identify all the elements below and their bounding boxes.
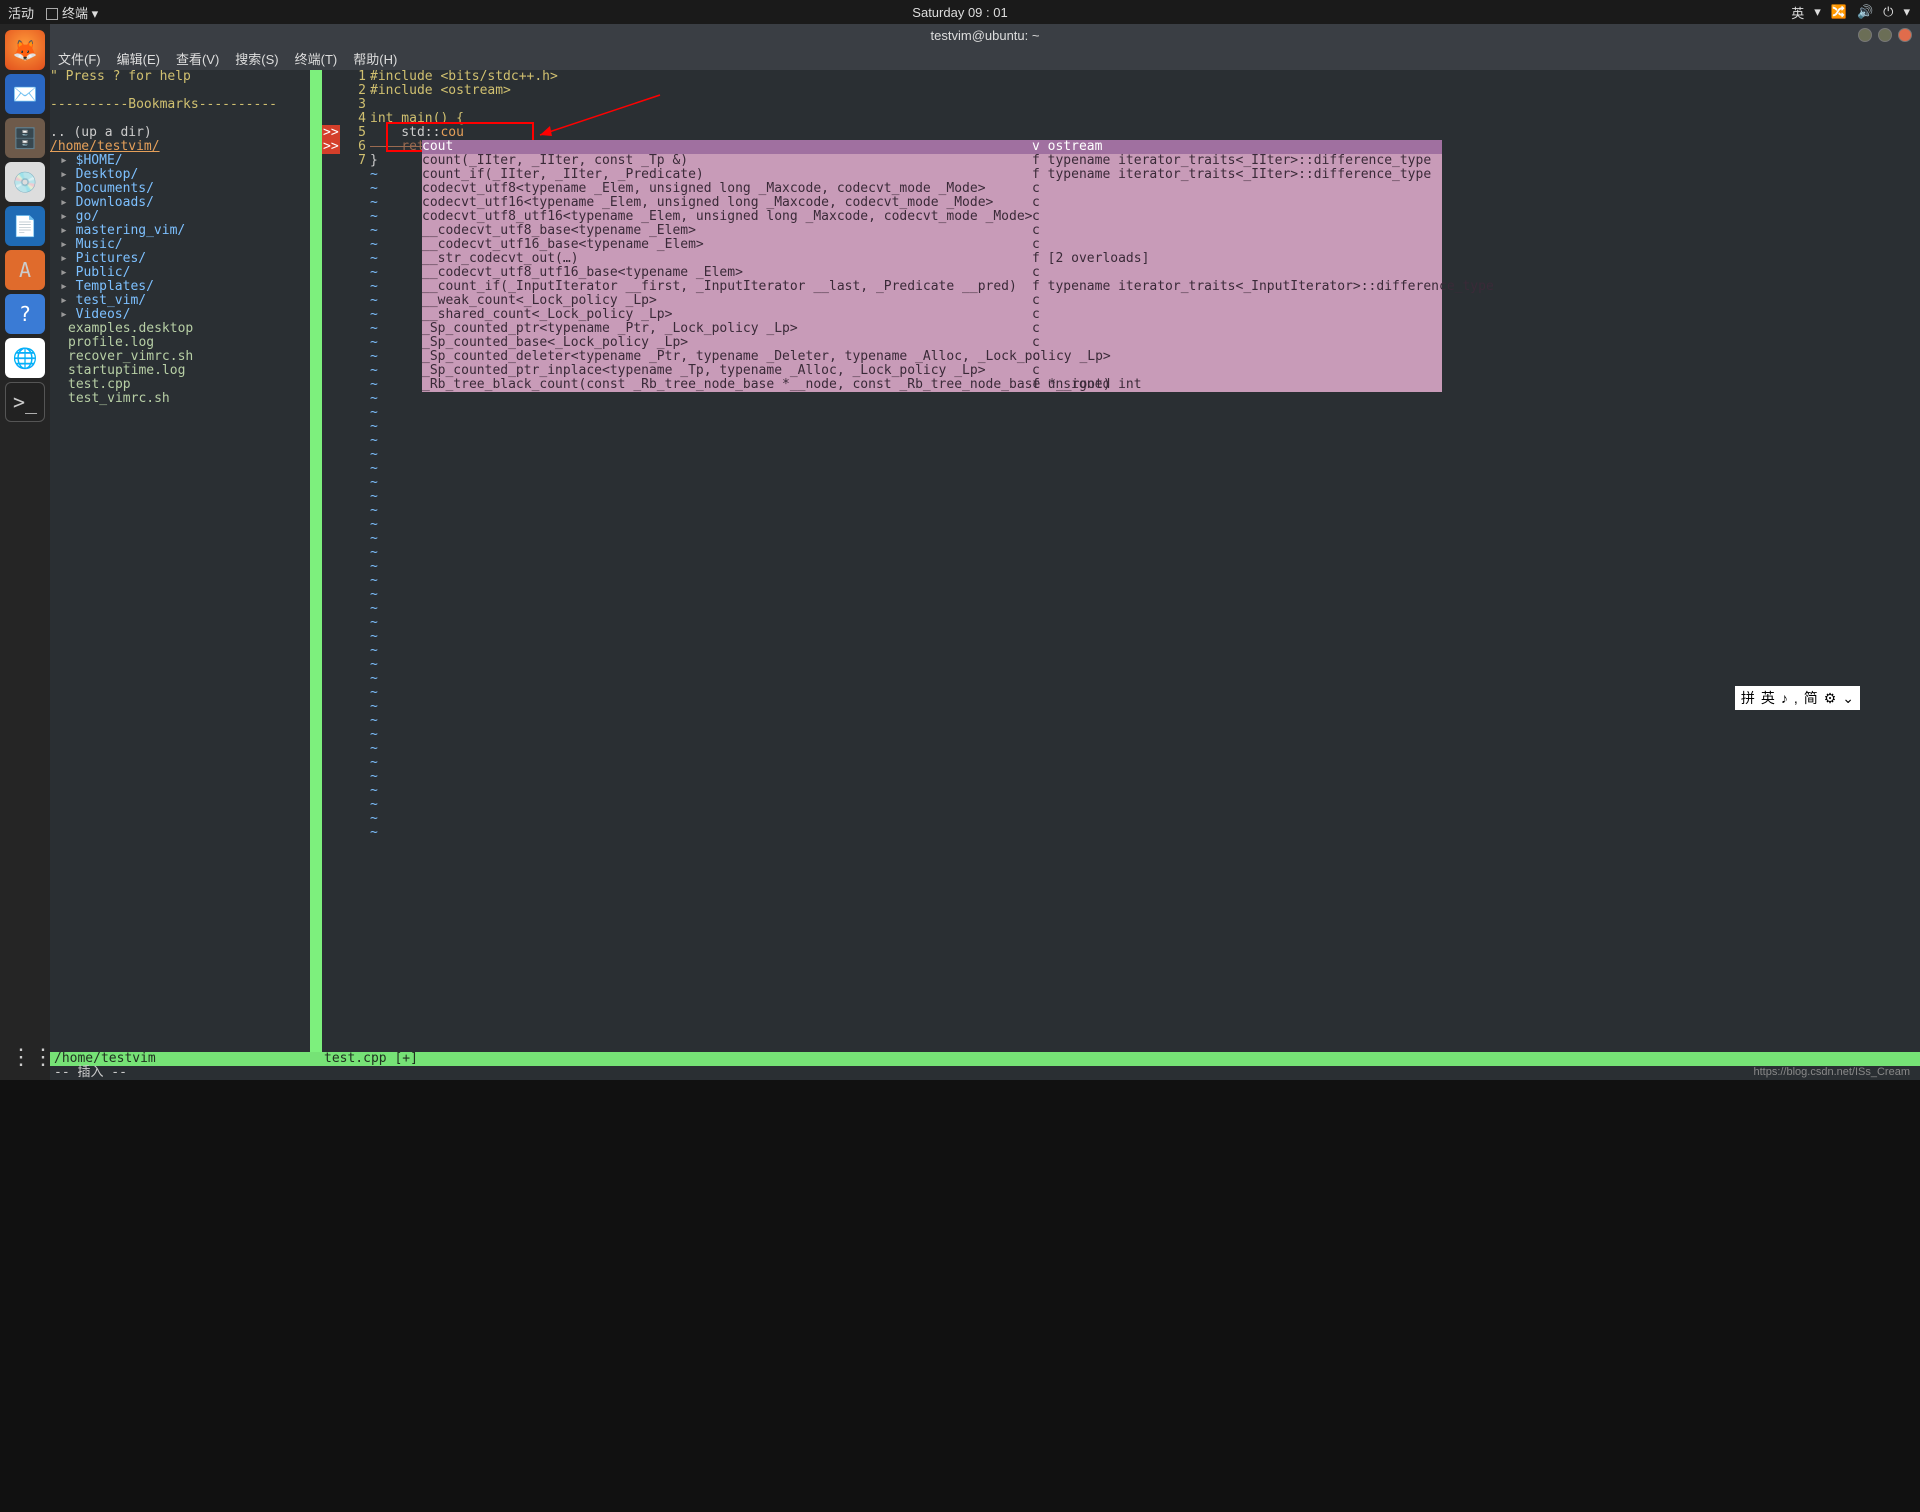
dock-firefox-icon[interactable]: 🦊 [5, 30, 45, 70]
clock[interactable]: Saturday 09 : 01 [912, 5, 1007, 20]
tree-dir[interactable]: Desktop/ [50, 168, 310, 182]
ime-button[interactable]: 英 [1761, 688, 1775, 708]
ime-button[interactable]: 简 [1804, 688, 1818, 708]
menu-item[interactable]: 文件(F) [58, 49, 101, 68]
completion-item[interactable]: _Sp_counted_ptr<typename _Ptr, _Lock_pol… [422, 322, 1442, 336]
ubuntu-dock: 🦊 ✉️ 🗄️ 💿 📄 A ? 🌐 >_ [0, 24, 50, 1080]
ime-button[interactable]: , [1794, 690, 1798, 706]
status-line: /home/testvim test.cpp [+] [50, 1052, 1920, 1066]
window-minimize[interactable] [1858, 28, 1872, 42]
dock-help-icon[interactable]: ? [5, 294, 45, 334]
ime-button[interactable]: ♪ [1781, 690, 1788, 706]
watermark: https://blog.csdn.net/ISs_Cream [1753, 1066, 1910, 1078]
terminal-menubar[interactable]: 文件(F) 编辑(E) 查看(V) 搜索(S) 终端(T) 帮助(H) [50, 46, 1920, 70]
power-icon[interactable]: ⏻ [1883, 4, 1893, 20]
window-maximize[interactable] [1878, 28, 1892, 42]
completion-item[interactable]: __count_if(_InputIterator __first, _Inpu… [422, 280, 1442, 294]
completion-item[interactable]: count_if(_IIter, _IIter, _Predicate)f ty… [422, 168, 1442, 182]
menu-item[interactable]: 搜索(S) [235, 49, 278, 68]
tree-file[interactable]: recover_vimrc.sh [50, 350, 310, 364]
menu-item[interactable]: 帮助(H) [353, 49, 397, 68]
dock-thunderbird-icon[interactable]: ✉️ [5, 74, 45, 114]
tree-dir[interactable]: Pictures/ [50, 252, 310, 266]
tree-dir[interactable]: $HOME/ [50, 154, 310, 168]
completion-item[interactable]: _Sp_counted_base<_Lock_policy _Lp>c [422, 336, 1442, 350]
window-close[interactable] [1898, 28, 1912, 42]
completion-item[interactable]: _Sp_counted_ptr_inplace<typename _Tp, ty… [422, 364, 1442, 378]
window-titlebar: testvim@ubuntu: ~ [50, 24, 1920, 46]
tree-file[interactable]: startuptime.log [50, 364, 310, 378]
tree-dir[interactable]: go/ [50, 210, 310, 224]
tree-dir[interactable]: Documents/ [50, 182, 310, 196]
completion-item[interactable]: __codecvt_utf8_utf16_base<typename _Elem… [422, 266, 1442, 280]
tree-dir[interactable]: Public/ [50, 266, 310, 280]
nerdtree[interactable]: " Press ? for help ----------Bookmarks--… [50, 70, 310, 1052]
dock-rhythmbox-icon[interactable]: 💿 [5, 162, 45, 202]
menu-item[interactable]: 查看(V) [176, 49, 219, 68]
mode-line: -- 插入 -- [50, 1066, 1920, 1080]
tree-file[interactable]: examples.desktop [50, 322, 310, 336]
dock-chrome-icon[interactable]: 🌐 [5, 338, 45, 378]
line-numbers: 1234567 [342, 70, 370, 1052]
bookmarks-header: ----------Bookmarks---------- [50, 98, 310, 112]
completion-item[interactable]: codecvt_utf8_utf16<typename _Elem, unsig… [422, 210, 1442, 224]
tree-dir[interactable]: Templates/ [50, 280, 310, 294]
completion-item[interactable]: __shared_count<_Lock_policy _Lp>c [422, 308, 1442, 322]
completion-item[interactable]: count(_IIter, _IIter, const _Tp &)f type… [422, 154, 1442, 168]
vim-editor[interactable]: " Press ? for help ----------Bookmarks--… [50, 70, 1920, 1080]
dock-files-icon[interactable]: 🗄️ [5, 118, 45, 158]
completion-item[interactable]: __weak_count<_Lock_policy _Lp>c [422, 294, 1442, 308]
up-dir[interactable]: .. (up a dir) [50, 126, 310, 140]
tree-file[interactable]: test.cpp [50, 378, 310, 392]
ime-button[interactable]: ⌄ [1842, 690, 1854, 707]
dock-writer-icon[interactable]: 📄 [5, 206, 45, 246]
menu-item[interactable]: 编辑(E) [117, 49, 160, 68]
completion-item[interactable]: _Rb_tree_black_count(const _Rb_tree_node… [422, 378, 1442, 392]
completion-item[interactable]: __codecvt_utf16_base<typename _Elem>c [422, 238, 1442, 252]
volume-icon[interactable]: 🔊 [1857, 4, 1873, 20]
tree-file[interactable]: profile.log [50, 336, 310, 350]
input-lang[interactable]: 英 [1791, 3, 1804, 22]
menu-item[interactable]: 终端(T) [295, 49, 338, 68]
tree-dir[interactable]: Videos/ [50, 308, 310, 322]
menu-chevron-icon[interactable]: ▾ [1903, 4, 1910, 20]
network-icon[interactable]: 🔀 [1831, 4, 1847, 20]
fold-column [310, 70, 322, 1052]
activities-button[interactable]: 活动 [8, 3, 34, 22]
app-indicator[interactable]: 终端 ▾ [46, 3, 98, 22]
completion-item[interactable]: codecvt_utf8<typename _Elem, unsigned lo… [422, 182, 1442, 196]
ime-bar[interactable]: 拼英 ♪, 简 ⚙ ⌄ [1735, 686, 1860, 710]
completion-item[interactable]: __str_codecvt_out(…)f [2 overloads] [422, 252, 1442, 266]
dock-software-icon[interactable]: A [5, 250, 45, 290]
ime-button[interactable]: 拼 [1741, 688, 1755, 708]
gnome-topbar: 活动 终端 ▾ Saturday 09 : 01 英▾ 🔀 🔊 ⏻ ▾ [0, 0, 1920, 24]
tree-file[interactable]: test_vimrc.sh [50, 392, 310, 406]
sign-column: >>>> [322, 70, 342, 1052]
completion-popup[interactable]: coutv ostreamcount(_IIter, _IIter, const… [422, 140, 1442, 392]
window-title: testvim@ubuntu: ~ [931, 28, 1040, 43]
completion-item[interactable]: __codecvt_utf8_base<typename _Elem>c [422, 224, 1442, 238]
completion-item[interactable]: _Sp_counted_deleter<typename _Ptr, typen… [422, 350, 1442, 364]
ime-button[interactable]: ⚙ [1824, 690, 1837, 707]
tree-dir[interactable]: Downloads/ [50, 196, 310, 210]
tree-dir[interactable]: mastering_vim/ [50, 224, 310, 238]
tree-dir[interactable]: Music/ [50, 238, 310, 252]
help-hint: " Press ? for help [50, 70, 310, 84]
completion-item-selected[interactable]: coutv ostream [422, 140, 1442, 154]
cwd[interactable]: /home/testvim/ [50, 140, 310, 154]
tree-dir[interactable]: test_vim/ [50, 294, 310, 308]
completion-item[interactable]: codecvt_utf16<typename _Elem, unsigned l… [422, 196, 1442, 210]
dock-terminal-icon[interactable]: >_ [5, 382, 45, 422]
